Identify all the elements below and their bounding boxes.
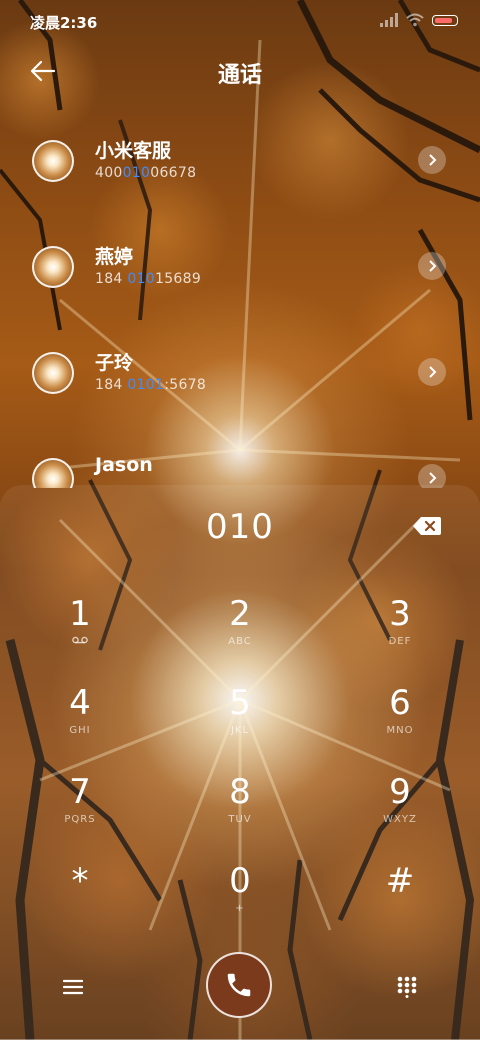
chevron-right-icon: [429, 472, 437, 484]
battery-icon: [432, 14, 458, 26]
contact-item[interactable]: 小米客服 40001006678: [0, 130, 480, 220]
status-bar: 凌晨2:36: [0, 0, 480, 44]
key-letters: TUV: [228, 814, 252, 825]
menu-button[interactable]: [56, 970, 90, 1004]
key-letters: GHI: [69, 725, 91, 736]
contact-number: 184 01015689: [95, 271, 202, 287]
page-title: 通话: [217, 63, 262, 88]
contact-item[interactable]: 燕婷 184 01015689: [0, 236, 480, 326]
contact-name: 小米客服: [95, 140, 172, 162]
key-8[interactable]: 8 TUV: [170, 773, 310, 853]
key-digit: 4: [69, 683, 91, 723]
contact-detail-button[interactable]: [418, 358, 446, 386]
key-7[interactable]: 7 PQRS: [10, 773, 150, 853]
contact-detail-button[interactable]: [418, 146, 446, 174]
voicemail-icon: [10, 636, 150, 648]
key-letters: WXYZ: [383, 814, 417, 825]
contact-detail-button[interactable]: [418, 252, 446, 280]
chevron-right-icon: [429, 366, 437, 378]
key-star[interactable]: *: [10, 862, 150, 942]
contact-name: Jason: [95, 454, 153, 476]
key-digit: *: [71, 861, 89, 901]
menu-icon: [63, 979, 83, 995]
keypad-toggle-button[interactable]: [390, 970, 424, 1004]
key-letters: JKL: [230, 725, 250, 736]
key-digit: 9: [389, 772, 411, 812]
status-time: 凌晨2:36: [30, 14, 98, 32]
key-digit: 0: [229, 861, 251, 901]
contact-name: 子玲: [95, 352, 134, 374]
status-icons: [380, 13, 458, 27]
dialpad-icon: [397, 976, 417, 998]
chevron-right-icon: [429, 154, 437, 166]
key-6[interactable]: 6 MNO: [330, 684, 470, 764]
phone-icon: [227, 973, 251, 997]
key-digit: 1: [69, 594, 91, 634]
header: 通话: [0, 48, 480, 92]
key-digit: 7: [69, 772, 91, 812]
key-letters: [330, 903, 470, 915]
key-digit: 2: [229, 594, 251, 634]
backspace-icon: [413, 517, 441, 535]
key-digit: 6: [389, 683, 411, 723]
avatar: [32, 246, 74, 288]
contact-number: 184 0101:5678: [95, 377, 207, 393]
key-letters: MNO: [386, 725, 414, 736]
key-digit: 5: [229, 683, 251, 723]
key-letters: +: [235, 903, 245, 914]
call-button[interactable]: [206, 952, 272, 1018]
wifi-icon: [406, 13, 424, 27]
contact-item[interactable]: 子玲 184 0101:5678: [0, 342, 480, 432]
dial-pad: 010 1 2 ABC 3 DEF 4 GHI 5 JKL 6 MNO 7 PQ…: [0, 485, 480, 1040]
key-digit: 3: [389, 594, 411, 634]
key-digit: #: [385, 861, 415, 901]
key-letters: PQRS: [64, 814, 96, 825]
contact-item[interactable]: Jason: [0, 448, 480, 488]
contact-name: 燕婷: [95, 246, 134, 268]
key-letters: [10, 903, 150, 915]
avatar: [32, 140, 74, 182]
key-letters: DEF: [388, 636, 412, 647]
key-2[interactable]: 2 ABC: [170, 595, 310, 675]
key-hash[interactable]: #: [330, 862, 470, 942]
backspace-button[interactable]: [412, 515, 442, 537]
contact-number: 40001006678: [95, 165, 197, 181]
key-1[interactable]: 1: [10, 595, 150, 675]
key-letters: ABC: [228, 636, 252, 647]
avatar: [32, 458, 74, 488]
key-4[interactable]: 4 GHI: [10, 684, 150, 764]
key-digit: 8: [229, 772, 251, 812]
dial-input[interactable]: 010: [0, 507, 480, 547]
key-3[interactable]: 3 DEF: [330, 595, 470, 675]
avatar: [32, 352, 74, 394]
signal-icon: [380, 13, 398, 27]
key-9[interactable]: 9 WXYZ: [330, 773, 470, 853]
chevron-right-icon: [429, 260, 437, 272]
key-5[interactable]: 5 JKL: [170, 684, 310, 764]
key-0[interactable]: 0 +: [170, 862, 310, 942]
